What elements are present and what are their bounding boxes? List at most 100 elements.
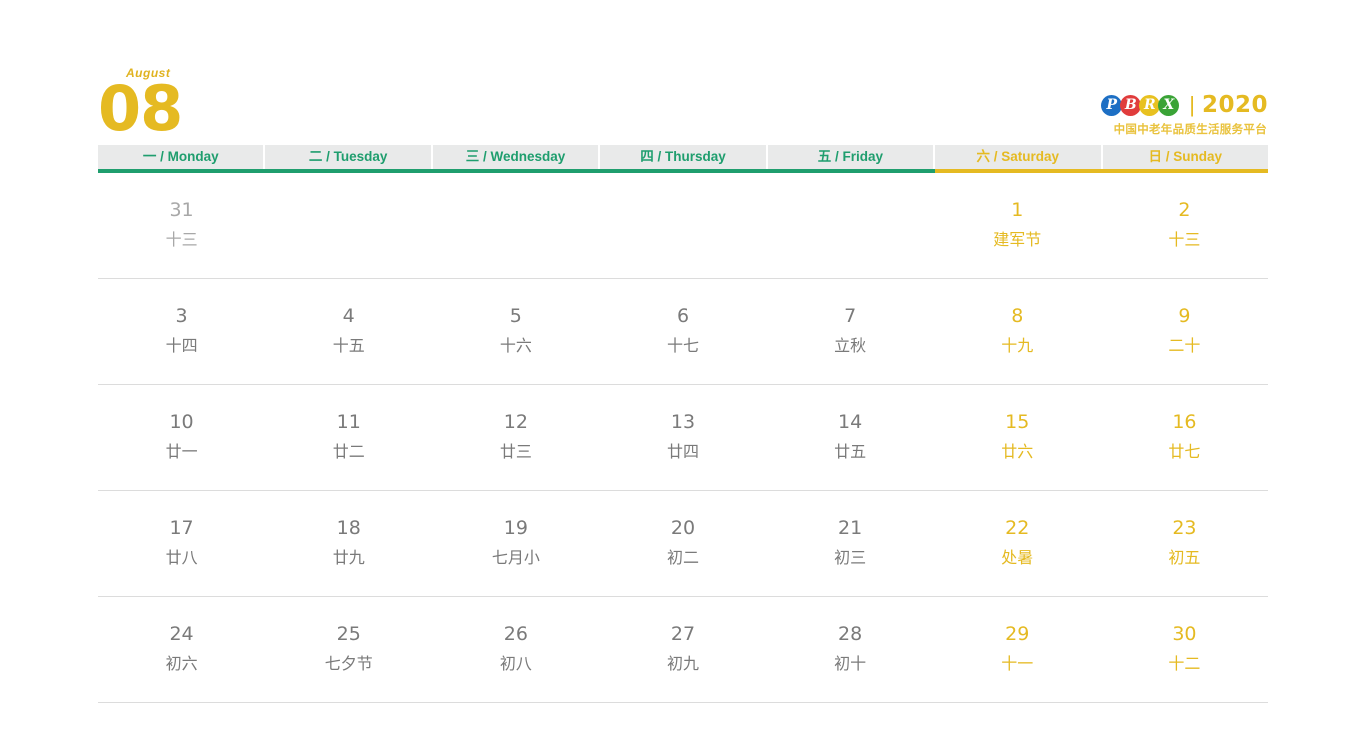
day-cell[interactable]: 17 廿八 (98, 491, 265, 596)
weekday-header-cell: 三 / Wednesday (432, 145, 601, 173)
day-cell[interactable]: 29 十一 (934, 597, 1101, 702)
day-cell[interactable]: 27 初九 (599, 597, 766, 702)
day-lunar-label: 廿一 (165, 444, 198, 461)
day-number: 10 (169, 411, 194, 433)
day-cell[interactable]: 25 七夕节 (265, 597, 432, 702)
month-block: August 08 (98, 66, 358, 140)
weekday-header-cell: 六 / Saturday (935, 145, 1103, 173)
calendar-weeks: 31 十三 1 建军节 2 十三 3 十四 4 十五 5 十六 6 十七 7 立秋 8 十九 9 二十 10 廿一 11 廿二… (98, 173, 1268, 703)
day-cell[interactable]: 7 立秋 (767, 279, 934, 384)
day-cell[interactable]: 21 初三 (767, 491, 934, 596)
day-lunar-label: 初八 (499, 656, 532, 673)
day-number: 29 (1005, 623, 1030, 645)
day-number: 24 (169, 623, 194, 645)
day-cell[interactable]: 31 十三 (98, 173, 265, 278)
day-lunar-label: 建军节 (993, 232, 1042, 249)
day-lunar-label: 十九 (1001, 338, 1034, 355)
day-lunar-label: 初三 (834, 550, 867, 567)
day-lunar-label: 十六 (499, 338, 532, 355)
day-cell[interactable]: 23 初五 (1101, 491, 1268, 596)
day-cell[interactable]: 18 廿九 (265, 491, 432, 596)
day-lunar-label: 廿六 (1001, 444, 1034, 461)
day-cell[interactable]: 3 十四 (98, 279, 265, 384)
day-number: 16 (1172, 411, 1197, 433)
day-lunar-label: 初五 (1168, 550, 1201, 567)
day-lunar-label: 廿九 (332, 550, 365, 567)
day-cell[interactable]: 16 廿七 (1101, 385, 1268, 490)
logo-letter-b-icon: B (1120, 94, 1142, 116)
brand-year-label: 2020 (1201, 91, 1268, 118)
day-lunar-label: 初九 (666, 656, 699, 673)
day-cell[interactable]: 8 十九 (934, 279, 1101, 384)
brand-block: PBRX | 2020 中国中老年品质生活服务平台 (868, 92, 1268, 137)
day-lunar-label: 处暑 (1001, 550, 1034, 567)
day-lunar-label: 十三 (165, 232, 198, 249)
day-number: 31 (169, 199, 194, 221)
day-cell[interactable]: 6 十七 (599, 279, 766, 384)
day-cell[interactable]: 4 十五 (265, 279, 432, 384)
day-lunar-label: 十二 (1168, 656, 1201, 673)
calendar-week-row: 3 十四 4 十五 5 十六 6 十七 7 立秋 8 十九 9 二十 (98, 279, 1268, 385)
logo-letter-p-icon: P (1101, 94, 1123, 116)
day-cell (599, 173, 766, 278)
day-lunar-label: 初十 (834, 656, 867, 673)
day-lunar-label: 初六 (165, 656, 198, 673)
day-cell[interactable]: 19 七月小 (432, 491, 599, 596)
day-number: 15 (1005, 411, 1030, 433)
day-lunar-label: 廿七 (1168, 444, 1201, 461)
weekday-header-cell: 日 / Sunday (1102, 145, 1269, 173)
day-cell[interactable]: 1 建军节 (934, 173, 1101, 278)
day-cell[interactable]: 11 廿二 (265, 385, 432, 490)
day-cell[interactable]: 9 二十 (1101, 279, 1268, 384)
day-number: 23 (1172, 517, 1197, 539)
day-cell[interactable]: 22 处暑 (934, 491, 1101, 596)
day-number: 25 (336, 623, 361, 645)
day-cell[interactable]: 15 廿六 (934, 385, 1101, 490)
day-lunar-label: 七夕节 (324, 656, 373, 673)
day-cell[interactable]: 5 十六 (432, 279, 599, 384)
weekday-header-cell: 五 / Friday (767, 145, 936, 173)
day-cell[interactable]: 10 廿一 (98, 385, 265, 490)
day-number: 27 (670, 623, 696, 645)
calendar-header: August 08 PBRX | 2020 中国中老年品质生活服务平台 (98, 66, 1268, 144)
day-cell[interactable]: 28 初十 (767, 597, 934, 702)
weekday-header-cell: 二 / Tuesday (265, 145, 434, 173)
logo-letter-x-icon: X (1158, 94, 1180, 116)
day-lunar-label: 十五 (332, 338, 365, 355)
day-number: 5 (509, 305, 522, 327)
day-lunar-label: 廿二 (332, 444, 365, 461)
day-number: 1 (1011, 199, 1024, 221)
day-number: 7 (844, 305, 857, 327)
day-cell[interactable]: 2 十三 (1101, 173, 1268, 278)
day-number: 3 (175, 305, 188, 327)
day-cell[interactable]: 30 十二 (1101, 597, 1268, 702)
weekday-header-cell: 四 / Thursday (600, 145, 769, 173)
day-lunar-label: 十三 (1168, 232, 1201, 249)
day-cell[interactable]: 20 初二 (599, 491, 766, 596)
day-cell[interactable]: 24 初六 (98, 597, 265, 702)
day-number: 11 (336, 411, 361, 433)
day-number: 20 (670, 517, 696, 539)
day-cell[interactable]: 12 廿三 (432, 385, 599, 490)
day-number: 19 (503, 517, 528, 539)
day-cell[interactable]: 14 廿五 (767, 385, 934, 490)
day-number: 22 (1005, 517, 1030, 539)
day-lunar-label: 廿四 (666, 444, 699, 461)
day-lunar-label: 二十 (1168, 338, 1201, 355)
day-number: 12 (503, 411, 528, 433)
calendar-week-row: 17 廿八 18 廿九 19 七月小 20 初二 21 初三 22 处暑 23 初五 (98, 491, 1268, 597)
weekday-header-row: 一 / Monday 二 / Tuesday 三 / Wednesday 四 / Th… (98, 145, 1269, 173)
day-number: 2 (1178, 199, 1191, 221)
day-cell[interactable]: 26 初八 (432, 597, 599, 702)
day-cell[interactable]: 13 廿四 (599, 385, 766, 490)
day-cell (767, 173, 934, 278)
calendar-page: August 08 PBRX | 2020 中国中老年品质生活服务平台 一 / … (0, 0, 1366, 736)
day-number: 6 (676, 305, 690, 327)
day-lunar-label: 七月小 (491, 550, 540, 567)
calendar-week-row: 10 廿一 11 廿二 12 廿三 13 廿四 14 廿五 15 廿六 16 廿七 (98, 385, 1268, 491)
day-lunar-label: 廿五 (834, 444, 867, 461)
day-number: 18 (336, 517, 361, 539)
day-number: 14 (838, 411, 863, 433)
day-lunar-label: 廿八 (165, 550, 198, 567)
brand-tagline: 中国中老年品质生活服务平台 (1113, 124, 1267, 136)
